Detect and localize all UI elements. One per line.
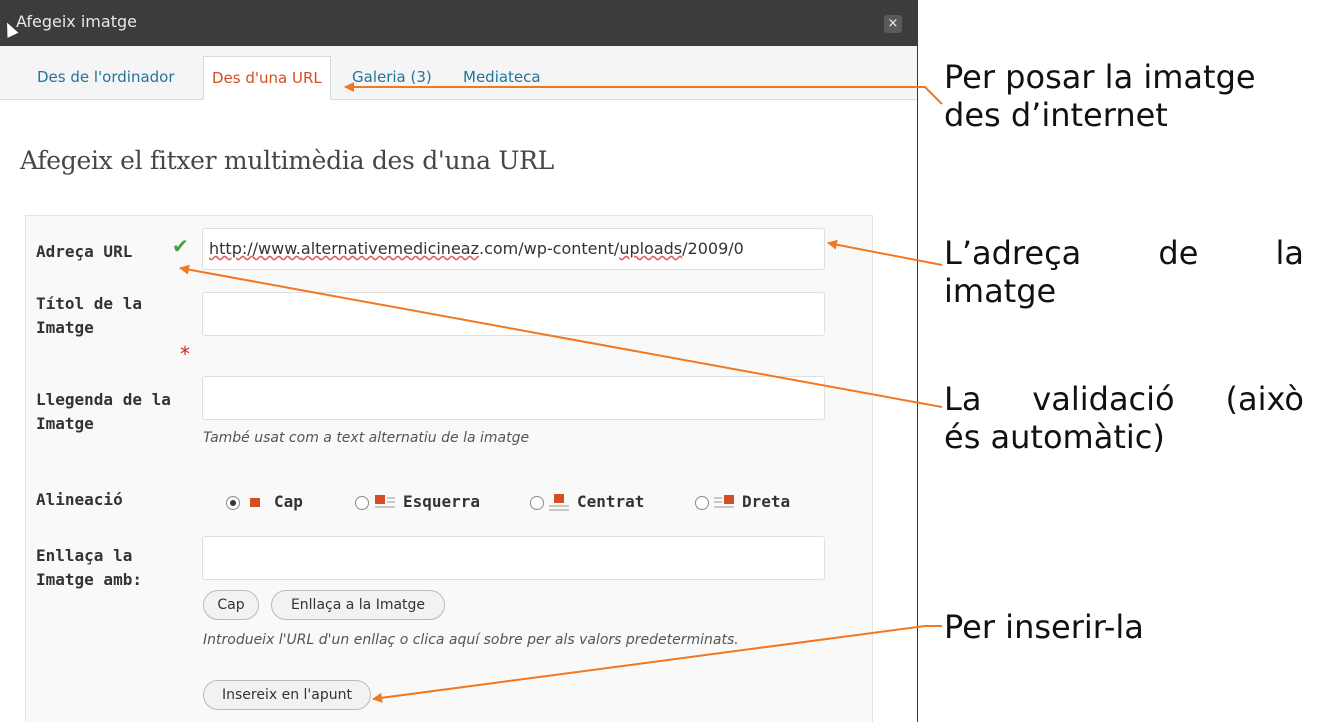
add-image-dialog: Afegeix imatge × Des de l'ordinador Des … [0, 0, 918, 722]
checkmark-icon: ✔ [172, 234, 189, 258]
image-title-input[interactable] [202, 292, 825, 336]
validation-annotation-word: (això [1225, 380, 1304, 418]
align-none-icon [245, 494, 265, 510]
align-center-icon [549, 494, 569, 511]
tab-from-computer[interactable]: Des de l'ordinador [37, 68, 175, 86]
url-annotation-line: imatge [944, 272, 1057, 310]
url-annotation-word: de [1158, 234, 1199, 272]
link-image-label-line: Imatge amb: [36, 570, 142, 589]
align-center-radio[interactable] [530, 496, 544, 510]
align-none-label: Cap [274, 492, 303, 511]
link-image-label-line: Enllaça la [36, 546, 133, 565]
align-right-radio[interactable] [695, 496, 709, 510]
align-left-radio[interactable] [355, 496, 369, 510]
url-annotation-line: L’adreça de la [944, 234, 1304, 272]
link-help-text: Introdueix l'URL d'un enllaç o clica aqu… [203, 632, 739, 648]
dialog-title: Afegeix imatge [16, 12, 137, 31]
image-caption-input[interactable] [202, 376, 825, 420]
tab-gallery[interactable]: Galeria (3) [352, 68, 432, 86]
insert-into-post-button[interactable]: Insereix en l'apunt [203, 680, 371, 710]
url-text-part: alternativemedicineaz [300, 239, 479, 258]
validation-annotation: La validació (això és automàtic) [944, 380, 1304, 456]
image-title-label-line: Títol de la [36, 294, 142, 313]
align-right-icon [714, 494, 734, 510]
tab-annotation: Per posar la imatge des d’internet [944, 58, 1304, 134]
url-annotation-word: la [1275, 234, 1304, 272]
dialog-titlebar: Afegeix imatge × [0, 0, 917, 46]
align-right-label: Dreta [742, 492, 791, 511]
tab-from-url[interactable]: Des d'una URL [203, 56, 331, 100]
validation-annotation-word: validació [1032, 380, 1175, 418]
image-title-label-line: Imatge [36, 318, 94, 337]
tab-annotation-line: Per posar la imatge [944, 58, 1256, 96]
url-input[interactable]: http://www.alternativemedicineaz.com/wp-… [202, 228, 825, 270]
align-left-label: Esquerra [403, 492, 481, 511]
tab-media-library[interactable]: Mediateca [463, 68, 541, 86]
url-text-part: /2009/0 [682, 239, 744, 258]
link-none-button[interactable]: Cap [203, 590, 259, 620]
url-text-part: http://www. [209, 239, 301, 258]
media-tabs: Des de l'ordinador Des d'una URL Galeria… [0, 46, 917, 100]
close-button[interactable]: × [884, 15, 902, 33]
validation-annotation-line: és automàtic) [944, 418, 1165, 456]
validation-annotation-line: La validació (això [944, 380, 1304, 418]
image-caption-label-line: Llegenda de la [36, 390, 171, 409]
image-caption-label-line: Imatge [36, 414, 94, 433]
link-url-input[interactable] [202, 536, 825, 580]
url-annotation-word: L’adreça [944, 234, 1082, 272]
align-left-icon [375, 494, 395, 510]
tab-annotation-line: des d’internet [944, 96, 1168, 134]
align-none-radio[interactable] [226, 496, 240, 510]
url-text-part: .com/wp-content/ [479, 239, 620, 258]
insert-annotation: Per inserir-la [944, 608, 1144, 646]
validation-annotation-word: La [944, 380, 982, 418]
alignment-label: Alineació [36, 490, 123, 509]
url-text-part: uploads [619, 239, 683, 258]
link-image-label: Enllaça la Imatge amb: [36, 544, 142, 592]
link-to-image-button[interactable]: Enllaça a la Imatge [271, 590, 445, 620]
caption-help-text: També usat com a text alternatiu de la i… [203, 430, 530, 446]
url-annotation: L’adreça de la imatge [944, 234, 1304, 310]
url-label: Adreça URL [36, 242, 133, 261]
required-asterisk: * [180, 342, 190, 366]
image-caption-label: Llegenda de la Imatge [36, 388, 171, 436]
page-title: Afegeix el fitxer multimèdia des d'una U… [20, 146, 554, 175]
image-title-label: Títol de la Imatge [36, 292, 142, 340]
align-center-label: Centrat [577, 492, 645, 511]
